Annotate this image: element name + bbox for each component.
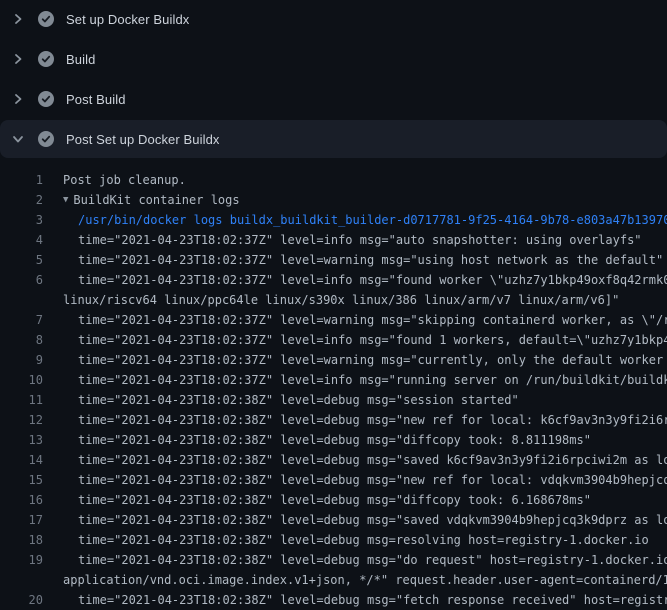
log-command-text: /usr/bin/docker logs buildx_buildkit_bui… — [43, 210, 667, 230]
line-number[interactable]: 10 — [0, 370, 43, 390]
log-row: 11time="2021-04-23T18:02:38Z" level=debu… — [0, 390, 667, 410]
line-number[interactable]: 20 — [0, 590, 43, 610]
log-text: time="2021-04-23T18:02:38Z" level=debug … — [43, 490, 591, 510]
line-number[interactable]: 8 — [0, 330, 43, 350]
log-text: time="2021-04-23T18:02:37Z" level=info m… — [43, 270, 667, 290]
line-number[interactable]: 14 — [0, 450, 43, 470]
log-text: time="2021-04-23T18:02:37Z" level=info m… — [43, 330, 667, 350]
log-text: time="2021-04-23T18:02:38Z" level=debug … — [43, 530, 649, 550]
line-number[interactable]: 3 — [0, 210, 43, 230]
log-text: time="2021-04-23T18:02:38Z" level=debug … — [43, 550, 667, 570]
line-number[interactable]: 17 — [0, 510, 43, 530]
line-number[interactable]: 11 — [0, 390, 43, 410]
group-collapse-triangle-icon[interactable]: ▼ — [43, 190, 68, 210]
step-label: Post Set up Docker Buildx — [66, 132, 220, 147]
log-row: 6time="2021-04-23T18:02:37Z" level=info … — [0, 270, 667, 290]
log-text: time="2021-04-23T18:02:37Z" level=warnin… — [43, 310, 667, 330]
line-number[interactable]: 16 — [0, 490, 43, 510]
step-label: Build — [66, 52, 95, 67]
log-text: BuildKit container logs — [68, 190, 239, 210]
line-number[interactable]: 18 — [0, 530, 43, 550]
log-row: application/vnd.oci.image.index.v1+json,… — [0, 570, 667, 590]
log-text: time="2021-04-23T18:02:38Z" level=debug … — [43, 410, 667, 430]
log-row: 20time="2021-04-23T18:02:38Z" level=debu… — [0, 590, 667, 610]
log-text: linux/riscv64 linux/ppc64le linux/s390x … — [43, 290, 619, 310]
log-row: 3/usr/bin/docker logs buildx_buildkit_bu… — [0, 210, 667, 230]
check-circle-icon — [38, 51, 54, 67]
step-row-set-up-docker-buildx[interactable]: Set up Docker Buildx — [0, 0, 667, 38]
log-row: 2▼BuildKit container logs — [0, 190, 667, 210]
step-label: Post Build — [66, 92, 126, 107]
log-text: application/vnd.oci.image.index.v1+json,… — [43, 570, 667, 590]
log-lines: 1Post job cleanup.2▼BuildKit container l… — [0, 160, 667, 610]
log-row: 17time="2021-04-23T18:02:38Z" level=debu… — [0, 510, 667, 530]
log-row: 18time="2021-04-23T18:02:38Z" level=debu… — [0, 530, 667, 550]
line-number[interactable]: 13 — [0, 430, 43, 450]
step-label: Set up Docker Buildx — [66, 12, 189, 27]
line-number[interactable]: 7 — [0, 310, 43, 330]
line-number[interactable]: 1 — [0, 170, 43, 190]
step-row-build[interactable]: Build — [0, 40, 667, 78]
log-text: time="2021-04-23T18:02:37Z" level=warnin… — [43, 350, 667, 370]
log-text: time="2021-04-23T18:02:37Z" level=info m… — [43, 230, 642, 250]
log-row: 7time="2021-04-23T18:02:37Z" level=warni… — [0, 310, 667, 330]
log-text: time="2021-04-23T18:02:37Z" level=warnin… — [43, 250, 663, 270]
log-row: 15time="2021-04-23T18:02:38Z" level=debu… — [0, 470, 667, 490]
log-row: linux/riscv64 linux/ppc64le linux/s390x … — [0, 290, 667, 310]
line-number[interactable]: 19 — [0, 550, 43, 570]
log-row: 1Post job cleanup. — [0, 170, 667, 190]
log-text: time="2021-04-23T18:02:38Z" level=debug … — [43, 470, 667, 490]
log-row: 4time="2021-04-23T18:02:37Z" level=info … — [0, 230, 667, 250]
log-row: 13time="2021-04-23T18:02:38Z" level=debu… — [0, 430, 667, 450]
line-number[interactable]: 2 — [0, 190, 43, 210]
log-row: 5time="2021-04-23T18:02:37Z" level=warni… — [0, 250, 667, 270]
log-text: time="2021-04-23T18:02:38Z" level=debug … — [43, 430, 591, 450]
line-number[interactable]: 5 — [0, 250, 43, 270]
log-row: 12time="2021-04-23T18:02:38Z" level=debu… — [0, 410, 667, 430]
log-text: time="2021-04-23T18:02:37Z" level=info m… — [43, 370, 667, 390]
log-text: time="2021-04-23T18:02:38Z" level=debug … — [43, 510, 667, 530]
check-circle-icon — [38, 11, 54, 27]
line-number[interactable]: 15 — [0, 470, 43, 490]
log-text: Post job cleanup. — [43, 170, 186, 190]
workflow-steps-list: Set up Docker Buildx Build Post Build Po… — [0, 0, 667, 158]
chevron-right-icon[interactable] — [10, 51, 26, 67]
check-circle-icon — [38, 131, 54, 147]
log-text: time="2021-04-23T18:02:38Z" level=debug … — [43, 390, 519, 410]
chevron-right-icon[interactable] — [10, 11, 26, 27]
log-row: 8time="2021-04-23T18:02:37Z" level=info … — [0, 330, 667, 350]
log-row: 19time="2021-04-23T18:02:38Z" level=debu… — [0, 550, 667, 570]
log-row: 9time="2021-04-23T18:02:37Z" level=warni… — [0, 350, 667, 370]
chevron-right-icon[interactable] — [10, 91, 26, 107]
log-text: time="2021-04-23T18:02:38Z" level=debug … — [43, 590, 667, 610]
check-circle-icon — [38, 91, 54, 107]
line-number — [0, 570, 43, 590]
log-row: 10time="2021-04-23T18:02:37Z" level=info… — [0, 370, 667, 390]
log-text: time="2021-04-23T18:02:38Z" level=debug … — [43, 450, 667, 470]
line-number[interactable]: 4 — [0, 230, 43, 250]
step-row-post-set-up-docker-buildx[interactable]: Post Set up Docker Buildx — [0, 120, 667, 158]
log-row: 14time="2021-04-23T18:02:38Z" level=debu… — [0, 450, 667, 470]
line-number[interactable]: 9 — [0, 350, 43, 370]
line-number[interactable]: 6 — [0, 270, 43, 290]
line-number[interactable]: 12 — [0, 410, 43, 430]
line-number — [0, 290, 43, 310]
log-row: 16time="2021-04-23T18:02:38Z" level=debu… — [0, 490, 667, 510]
step-row-post-build[interactable]: Post Build — [0, 80, 667, 118]
chevron-down-icon[interactable] — [10, 131, 26, 147]
